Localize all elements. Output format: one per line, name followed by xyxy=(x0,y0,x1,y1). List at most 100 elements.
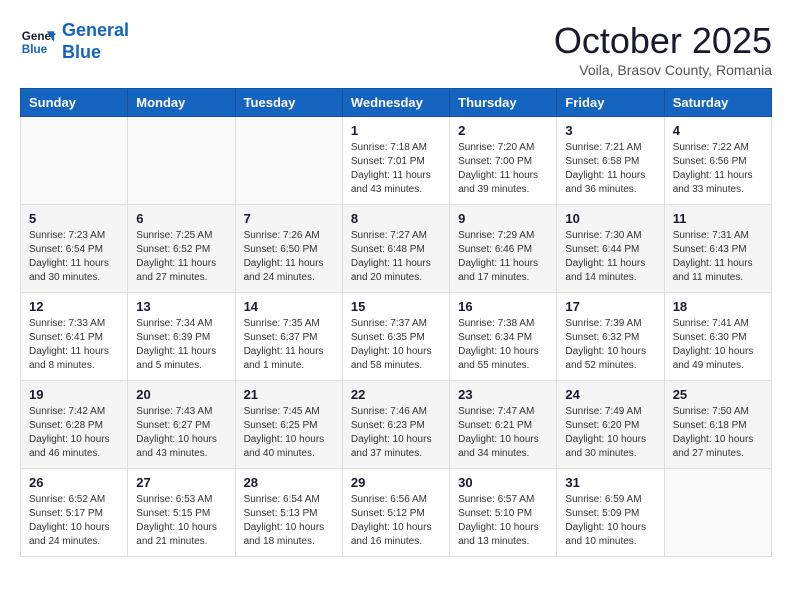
cell-info: Sunrise: 7:45 AM Sunset: 6:25 PM Dayligh… xyxy=(244,405,334,461)
calendar-week-row: 19Sunrise: 7:42 AM Sunset: 6:28 PM Dayli… xyxy=(21,381,772,469)
cell-info: Sunrise: 7:43 AM Sunset: 6:27 PM Dayligh… xyxy=(136,405,226,461)
weekday-header: Sunday xyxy=(21,89,128,117)
day-number: 28 xyxy=(244,475,334,490)
cell-info: Sunrise: 6:59 AM Sunset: 5:09 PM Dayligh… xyxy=(565,493,655,549)
day-number: 9 xyxy=(458,211,548,226)
cell-info: Sunrise: 7:37 AM Sunset: 6:35 PM Dayligh… xyxy=(351,317,441,373)
calendar-cell xyxy=(128,117,235,205)
cell-info: Sunrise: 7:34 AM Sunset: 6:39 PM Dayligh… xyxy=(136,317,226,373)
calendar-cell: 13 Sunrise: 7:34 AM Sunset: 6:39 PM Dayli… xyxy=(128,293,235,381)
calendar-cell: 29 Sunrise: 6:56 AM Sunset: 5:12 PM Dayli… xyxy=(342,469,449,557)
calendar-cell: 18 Sunrise: 7:41 AM Sunset: 6:30 PM Dayli… xyxy=(664,293,771,381)
day-number: 24 xyxy=(565,387,655,402)
logo: General Blue GeneralBlue xyxy=(20,20,129,63)
logo-text: GeneralBlue xyxy=(62,20,129,63)
day-number: 23 xyxy=(458,387,548,402)
weekday-header: Friday xyxy=(557,89,664,117)
day-number: 16 xyxy=(458,299,548,314)
weekday-header: Saturday xyxy=(664,89,771,117)
day-number: 5 xyxy=(29,211,119,226)
cell-info: Sunrise: 6:54 AM Sunset: 5:13 PM Dayligh… xyxy=(244,493,334,549)
cell-info: Sunrise: 6:53 AM Sunset: 5:15 PM Dayligh… xyxy=(136,493,226,549)
calendar-cell: 17 Sunrise: 7:39 AM Sunset: 6:32 PM Dayli… xyxy=(557,293,664,381)
calendar-week-row: 1 Sunrise: 7:18 AM Sunset: 7:01 PM Daylig… xyxy=(21,117,772,205)
weekday-header-row: SundayMondayTuesdayWednesdayThursdayFrid… xyxy=(21,89,772,117)
page-header: General Blue GeneralBlue October 2025 Vo… xyxy=(20,20,772,78)
weekday-header: Tuesday xyxy=(235,89,342,117)
calendar-cell: 30Sunrise: 6:57 AM Sunset: 5:10 PM Dayli… xyxy=(450,469,557,557)
calendar-cell: 2 Sunrise: 7:20 AM Sunset: 7:00 PM Daylig… xyxy=(450,117,557,205)
calendar-cell: 1 Sunrise: 7:18 AM Sunset: 7:01 PM Daylig… xyxy=(342,117,449,205)
day-number: 30 xyxy=(458,475,548,490)
svg-text:Blue: Blue xyxy=(22,42,48,55)
calendar-week-row: 26 Sunrise: 6:52 AM Sunset: 5:17 PM Dayli… xyxy=(21,469,772,557)
calendar-table: SundayMondayTuesdayWednesdayThursdayFrid… xyxy=(20,88,772,557)
cell-info: Sunrise: 7:27 AM Sunset: 6:48 PM Dayligh… xyxy=(351,229,441,285)
day-number: 27 xyxy=(136,475,226,490)
calendar-cell: 14 Sunrise: 7:35 AM Sunset: 6:37 PM Dayli… xyxy=(235,293,342,381)
calendar-cell: 21 Sunrise: 7:45 AM Sunset: 6:25 PM Dayli… xyxy=(235,381,342,469)
day-number: 31 xyxy=(565,475,655,490)
day-number: 6 xyxy=(136,211,226,226)
day-number: 19 xyxy=(29,387,119,402)
day-number: 10 xyxy=(565,211,655,226)
calendar-cell: 6Sunrise: 7:25 AM Sunset: 6:52 PM Daylig… xyxy=(128,205,235,293)
weekday-header: Wednesday xyxy=(342,89,449,117)
location-subtitle: Voila, Brasov County, Romania xyxy=(554,62,772,78)
cell-info: Sunrise: 7:21 AM Sunset: 6:58 PM Dayligh… xyxy=(565,141,655,197)
calendar-cell xyxy=(21,117,128,205)
cell-info: Sunrise: 7:46 AM Sunset: 6:23 PM Dayligh… xyxy=(351,405,441,461)
day-number: 4 xyxy=(673,123,763,138)
cell-info: Sunrise: 7:18 AM Sunset: 7:01 PM Dayligh… xyxy=(351,141,441,197)
cell-info: Sunrise: 6:56 AM Sunset: 5:12 PM Dayligh… xyxy=(351,493,441,549)
day-number: 13 xyxy=(136,299,226,314)
day-number: 25 xyxy=(673,387,763,402)
month-title: October 2025 xyxy=(554,20,772,62)
calendar-cell: 11 Sunrise: 7:31 AM Sunset: 6:43 PM Dayli… xyxy=(664,205,771,293)
day-number: 2 xyxy=(458,123,548,138)
day-number: 20 xyxy=(136,387,226,402)
cell-info: Sunrise: 7:38 AM Sunset: 6:34 PM Dayligh… xyxy=(458,317,548,373)
day-number: 22 xyxy=(351,387,441,402)
calendar-cell: 4Sunrise: 7:22 AM Sunset: 6:56 PM Daylig… xyxy=(664,117,771,205)
cell-info: Sunrise: 6:52 AM Sunset: 5:17 PM Dayligh… xyxy=(29,493,119,549)
logo-icon: General Blue xyxy=(20,24,56,60)
cell-info: Sunrise: 7:31 AM Sunset: 6:43 PM Dayligh… xyxy=(673,229,763,285)
calendar-cell: 22 Sunrise: 7:46 AM Sunset: 6:23 PM Dayli… xyxy=(342,381,449,469)
cell-info: Sunrise: 7:49 AM Sunset: 6:20 PM Dayligh… xyxy=(565,405,655,461)
cell-info: Sunrise: 7:20 AM Sunset: 7:00 PM Dayligh… xyxy=(458,141,548,197)
day-number: 17 xyxy=(565,299,655,314)
day-number: 26 xyxy=(29,475,119,490)
calendar-cell: 5 Sunrise: 7:23 AM Sunset: 6:54 PM Daylig… xyxy=(21,205,128,293)
day-number: 8 xyxy=(351,211,441,226)
day-number: 29 xyxy=(351,475,441,490)
calendar-cell: 24 Sunrise: 7:49 AM Sunset: 6:20 PM Dayli… xyxy=(557,381,664,469)
day-number: 15 xyxy=(351,299,441,314)
cell-info: Sunrise: 7:47 AM Sunset: 6:21 PM Dayligh… xyxy=(458,405,548,461)
calendar-cell: 10Sunrise: 7:30 AM Sunset: 6:44 PM Dayli… xyxy=(557,205,664,293)
weekday-header: Thursday xyxy=(450,89,557,117)
day-number: 18 xyxy=(673,299,763,314)
day-number: 21 xyxy=(244,387,334,402)
cell-info: Sunrise: 7:26 AM Sunset: 6:50 PM Dayligh… xyxy=(244,229,334,285)
calendar-cell: 3Sunrise: 7:21 AM Sunset: 6:58 PM Daylig… xyxy=(557,117,664,205)
calendar-cell: 8 Sunrise: 7:27 AM Sunset: 6:48 PM Daylig… xyxy=(342,205,449,293)
calendar-cell: 16 Sunrise: 7:38 AM Sunset: 6:34 PM Dayli… xyxy=(450,293,557,381)
day-number: 14 xyxy=(244,299,334,314)
cell-info: Sunrise: 7:23 AM Sunset: 6:54 PM Dayligh… xyxy=(29,229,119,285)
cell-info: Sunrise: 7:39 AM Sunset: 6:32 PM Dayligh… xyxy=(565,317,655,373)
weekday-header: Monday xyxy=(128,89,235,117)
calendar-cell xyxy=(235,117,342,205)
day-number: 1 xyxy=(351,123,441,138)
calendar-week-row: 12Sunrise: 7:33 AM Sunset: 6:41 PM Dayli… xyxy=(21,293,772,381)
cell-info: Sunrise: 7:41 AM Sunset: 6:30 PM Dayligh… xyxy=(673,317,763,373)
day-number: 12 xyxy=(29,299,119,314)
calendar-cell: 28 Sunrise: 6:54 AM Sunset: 5:13 PM Dayli… xyxy=(235,469,342,557)
calendar-week-row: 5 Sunrise: 7:23 AM Sunset: 6:54 PM Daylig… xyxy=(21,205,772,293)
cell-info: Sunrise: 7:29 AM Sunset: 6:46 PM Dayligh… xyxy=(458,229,548,285)
cell-info: Sunrise: 7:50 AM Sunset: 6:18 PM Dayligh… xyxy=(673,405,763,461)
calendar-cell: 27 Sunrise: 6:53 AM Sunset: 5:15 PM Dayli… xyxy=(128,469,235,557)
cell-info: Sunrise: 7:35 AM Sunset: 6:37 PM Dayligh… xyxy=(244,317,334,373)
day-number: 11 xyxy=(673,211,763,226)
calendar-cell: 12Sunrise: 7:33 AM Sunset: 6:41 PM Dayli… xyxy=(21,293,128,381)
